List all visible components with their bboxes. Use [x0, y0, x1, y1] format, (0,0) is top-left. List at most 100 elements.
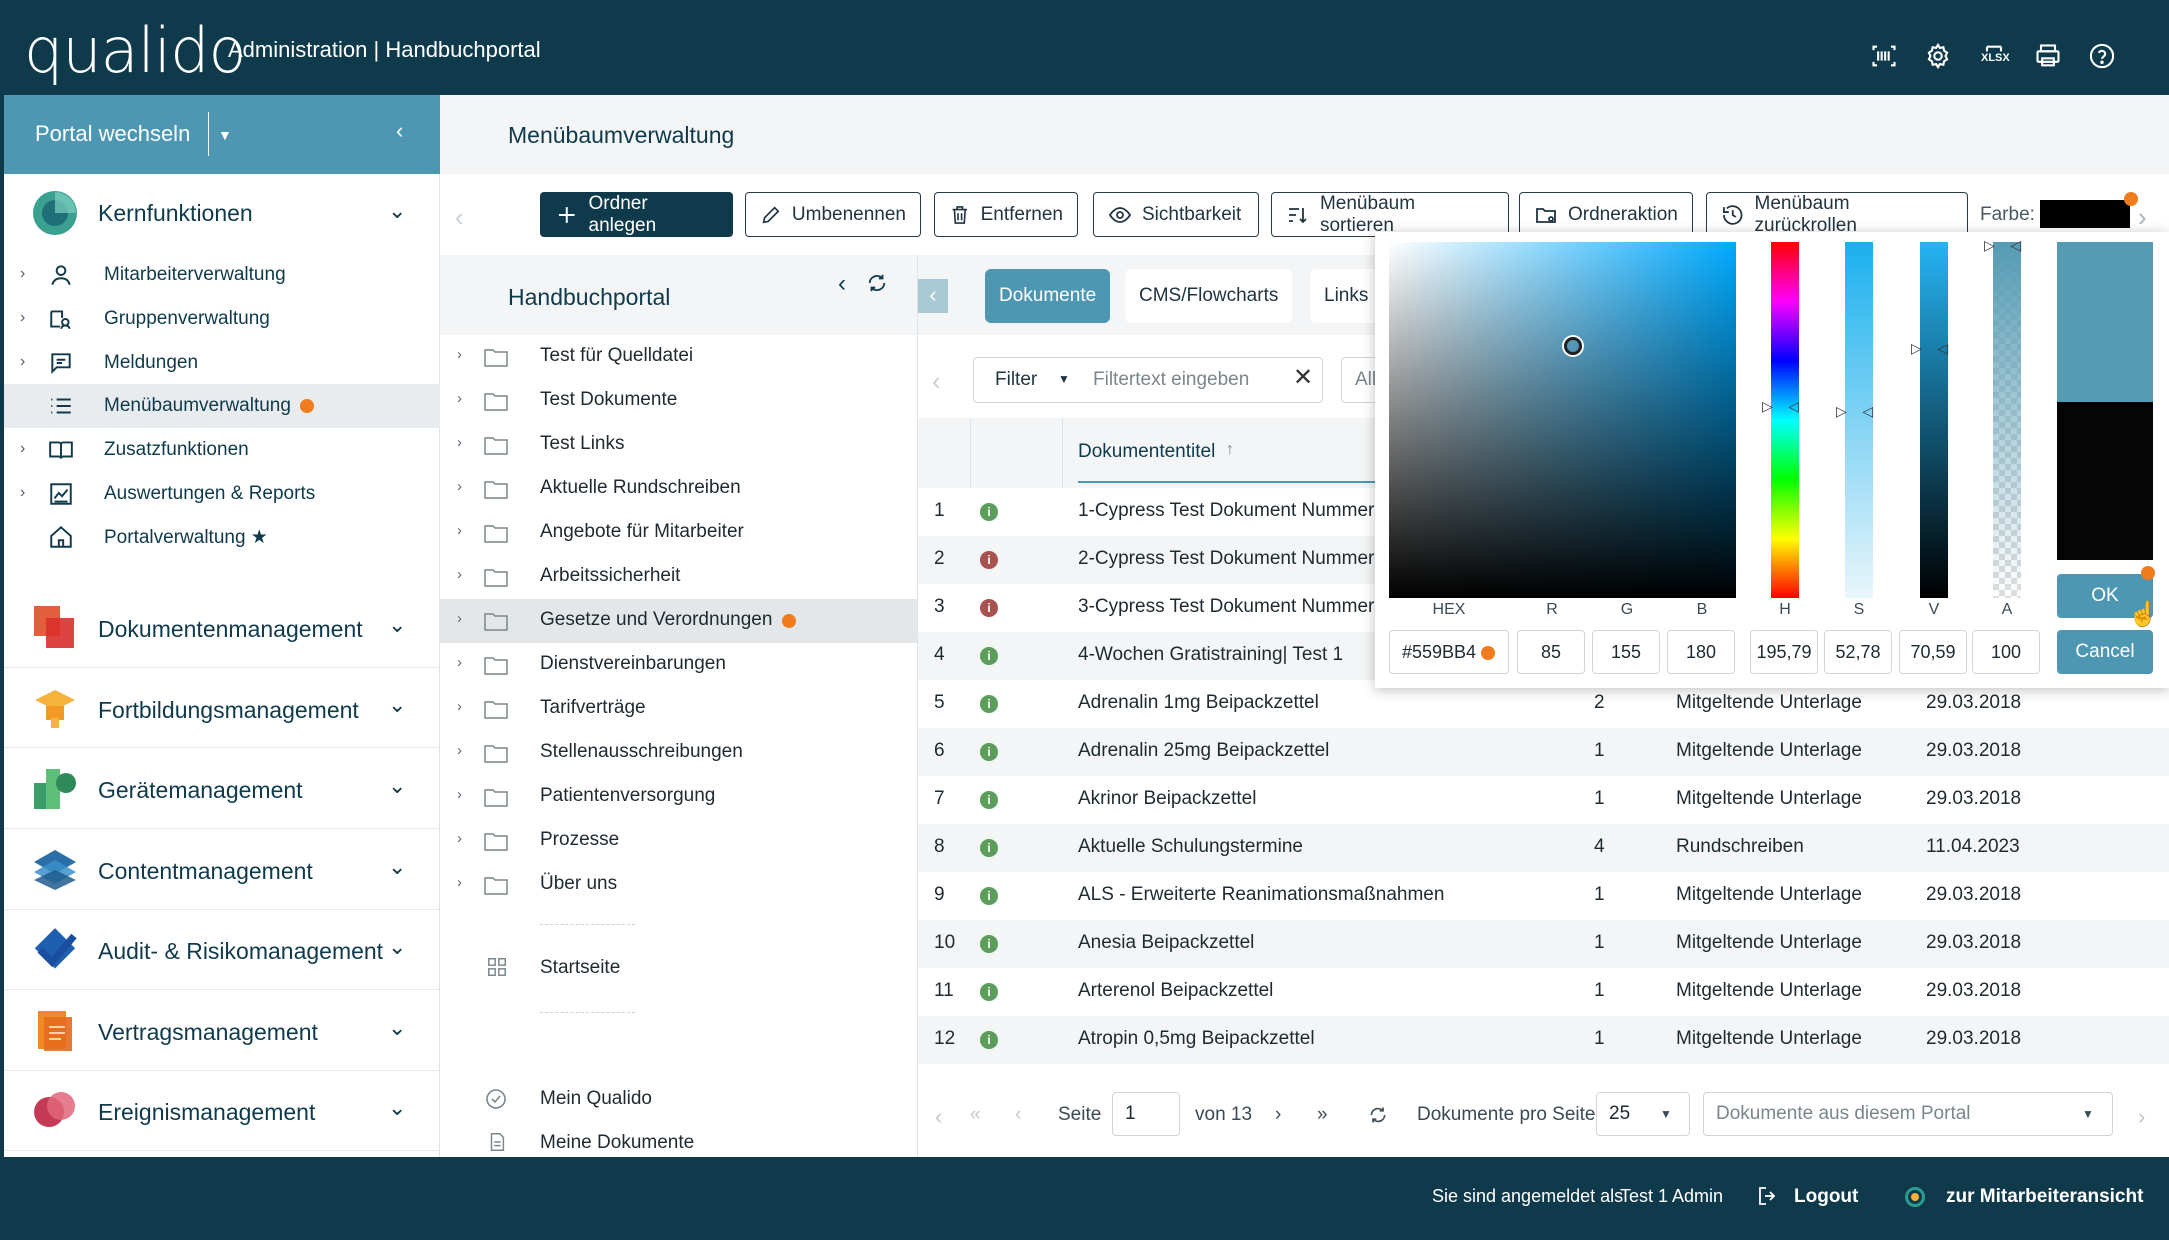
column-header-title[interactable]: Dokumententitel: [1078, 441, 1215, 463]
tree-item-meine-dokumente[interactable]: Meine Dokumente: [540, 1132, 694, 1154]
chevron-down-icon[interactable]: ⌄: [388, 692, 406, 718]
expand-arrow-icon[interactable]: ›: [457, 698, 462, 715]
filter-input[interactable]: Filtertext eingeben: [1093, 369, 1249, 391]
document-title[interactable]: Anesia Beipackzettel: [1078, 932, 1254, 954]
saturation-value-area[interactable]: [1389, 242, 1736, 598]
caret-down-icon[interactable]: ▼: [1058, 372, 1070, 386]
cancel-button[interactable]: Cancel: [2057, 630, 2153, 674]
rollback-menu-button[interactable]: Menübaum zurückrollen: [1706, 192, 1968, 237]
a-input[interactable]: 100: [1972, 630, 2040, 674]
scroll-left-icon[interactable]: ‹: [455, 202, 464, 233]
pager-prev-icon[interactable]: ‹: [935, 1104, 942, 1130]
tree-item[interactable]: [440, 819, 917, 863]
expand-arrow-icon[interactable]: ›: [457, 654, 462, 671]
tree-item-mein-qualido[interactable]: Mein Qualido: [540, 1088, 652, 1110]
tree-item[interactable]: [440, 423, 917, 467]
expand-arrow-icon[interactable]: ›: [457, 786, 462, 803]
tree-item[interactable]: [440, 863, 917, 907]
expand-arrow-icon[interactable]: ›: [20, 440, 25, 458]
info-icon[interactable]: i: [980, 743, 998, 761]
gear-icon[interactable]: [1924, 42, 1952, 70]
document-title[interactable]: 1-Cypress Test Dokument Nummer: [1078, 500, 1374, 522]
expand-arrow-icon[interactable]: ›: [457, 390, 462, 407]
document-title[interactable]: Atropin 0,5mg Beipackzettel: [1078, 1028, 1315, 1050]
employee-view-link[interactable]: zur Mitarbeiteransicht: [1946, 1186, 2143, 1208]
caret-down-icon[interactable]: ▼: [1660, 1107, 1672, 1121]
filter-label[interactable]: Filter: [995, 369, 1037, 391]
expand-arrow-icon[interactable]: ›: [457, 742, 462, 759]
expand-arrow-icon[interactable]: ›: [20, 484, 25, 502]
tree-item-startseite[interactable]: Startseite: [540, 957, 620, 979]
info-icon[interactable]: i: [980, 695, 998, 713]
chevron-down-icon[interactable]: ⌄: [388, 773, 406, 799]
logout-link[interactable]: Logout: [1794, 1186, 1858, 1208]
last-page-icon[interactable]: »: [1317, 1104, 1328, 1126]
b-input[interactable]: 180: [1667, 630, 1735, 674]
info-icon[interactable]: i: [980, 839, 998, 857]
expand-arrow-icon[interactable]: ›: [457, 610, 462, 627]
info-icon[interactable]: i: [980, 791, 998, 809]
color-swatch[interactable]: [2040, 200, 2130, 228]
create-folder-button[interactable]: Ordner anlegen: [540, 192, 733, 237]
saturation-handle[interactable]: ▷ ◁: [1836, 403, 1873, 420]
expand-arrow-icon[interactable]: ›: [20, 265, 25, 283]
sv-handle[interactable]: [1564, 337, 1582, 355]
saturation-slider[interactable]: [1845, 242, 1873, 598]
tree-item[interactable]: [440, 687, 917, 731]
g-input[interactable]: 155: [1592, 630, 1660, 674]
chevron-down-icon[interactable]: ⌄: [388, 1095, 406, 1121]
sort-asc-icon[interactable]: ↑: [1226, 441, 1234, 459]
value-handle[interactable]: ▷ ◁: [1911, 340, 1948, 357]
h-input[interactable]: 195,79: [1750, 630, 1818, 674]
chevron-down-icon[interactable]: ⌄: [388, 612, 406, 638]
expand-arrow-icon[interactable]: ›: [457, 830, 462, 847]
next-page-icon[interactable]: ›: [1275, 1104, 1281, 1126]
hue-slider[interactable]: [1771, 242, 1799, 598]
expand-arrow-icon[interactable]: ›: [20, 309, 25, 327]
visibility-button[interactable]: Sichtbarkeit: [1093, 192, 1259, 237]
help-icon[interactable]: [2088, 42, 2116, 70]
info-icon[interactable]: i: [980, 887, 998, 905]
collapse-tree-icon[interactable]: ‹: [838, 270, 846, 298]
chevron-up-icon[interactable]: ⌄: [388, 198, 406, 224]
per-page-select[interactable]: 25: [1596, 1092, 1690, 1136]
collapse-sidebar-icon[interactable]: ‹: [396, 118, 403, 144]
info-icon[interactable]: i: [980, 983, 998, 1001]
value-slider[interactable]: [1920, 242, 1948, 598]
r-input[interactable]: 85: [1517, 630, 1585, 674]
portal-scope-select[interactable]: Dokumente aus diesem Portal: [1703, 1092, 2113, 1136]
sort-menu-button[interactable]: Menübaum sortieren: [1271, 192, 1509, 237]
info-icon[interactable]: i: [980, 503, 998, 521]
refresh-icon[interactable]: [1368, 1105, 1388, 1130]
info-icon[interactable]: i: [980, 935, 998, 953]
document-title[interactable]: 2-Cypress Test Dokument Nummer: [1078, 548, 1374, 570]
document-title[interactable]: Aktuelle Schulungstermine: [1078, 836, 1303, 858]
s-input[interactable]: 52,78: [1824, 630, 1892, 674]
clear-filter-icon[interactable]: ✕: [1293, 363, 1313, 392]
chevron-down-icon[interactable]: ⌄: [388, 934, 406, 960]
scroll-left-icon[interactable]: ‹: [932, 366, 941, 397]
info-icon[interactable]: i: [980, 599, 998, 617]
tab-dokumente[interactable]: Dokumente: [985, 269, 1111, 323]
document-title[interactable]: Adrenalin 1mg Beipackzettel: [1078, 692, 1319, 714]
expand-arrow-icon[interactable]: ›: [457, 478, 462, 495]
pager-next-icon[interactable]: ›: [2138, 1104, 2145, 1130]
logout-icon[interactable]: [1756, 1184, 1780, 1213]
document-title[interactable]: Arterenol Beipackzettel: [1078, 980, 1273, 1002]
document-title[interactable]: 3-Cypress Test Dokument Nummer: [1078, 596, 1374, 618]
tree-item[interactable]: [440, 379, 917, 423]
expand-arrow-icon[interactable]: ›: [457, 566, 462, 583]
page-input[interactable]: 1: [1112, 1092, 1180, 1136]
document-title[interactable]: Adrenalin 25mg Beipackzettel: [1078, 740, 1329, 762]
document-title[interactable]: Akrinor Beipackzettel: [1078, 788, 1256, 810]
document-title[interactable]: 4-Wochen Gratistraining| Test 1: [1078, 644, 1343, 666]
expand-arrow-icon[interactable]: ›: [457, 522, 462, 539]
info-icon[interactable]: i: [980, 551, 998, 569]
caret-down-icon[interactable]: ▼: [218, 127, 232, 143]
previous-page-icon[interactable]: ‹: [1015, 1104, 1021, 1126]
expand-arrow-icon[interactable]: ›: [20, 353, 25, 371]
expand-arrow-icon[interactable]: ›: [457, 346, 462, 363]
refresh-icon[interactable]: [866, 272, 888, 299]
expand-arrow-icon[interactable]: ›: [457, 874, 462, 891]
rename-button[interactable]: Umbenennen: [745, 192, 921, 237]
